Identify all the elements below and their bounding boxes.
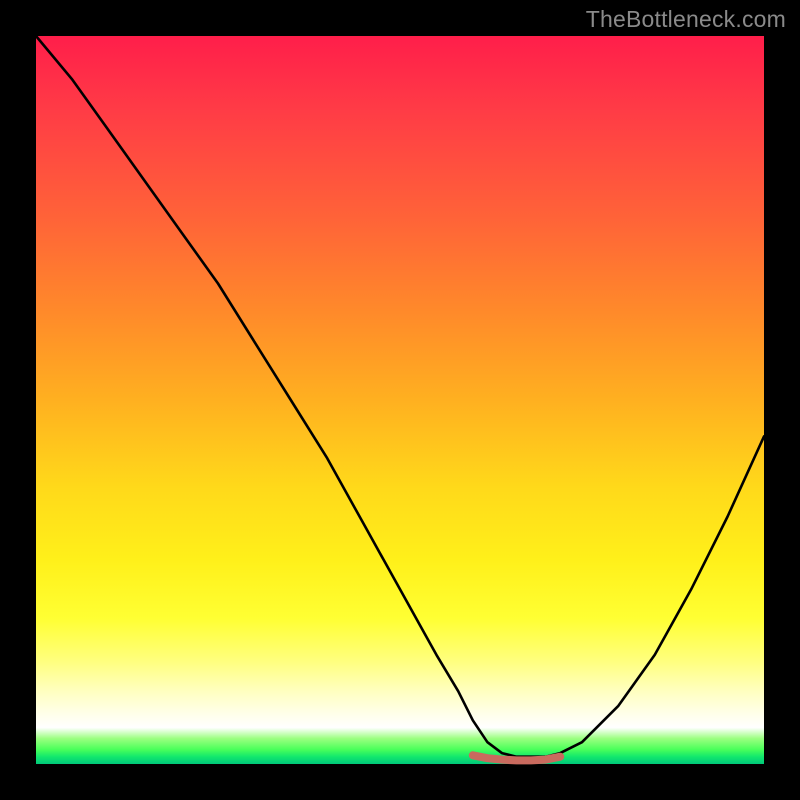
curve-layer bbox=[36, 36, 764, 760]
chart-svg bbox=[36, 36, 764, 764]
bottleneck-curve bbox=[36, 36, 764, 757]
watermark-text: TheBottleneck.com bbox=[586, 6, 786, 33]
plot-area bbox=[36, 36, 764, 764]
chart-frame: TheBottleneck.com bbox=[0, 0, 800, 800]
